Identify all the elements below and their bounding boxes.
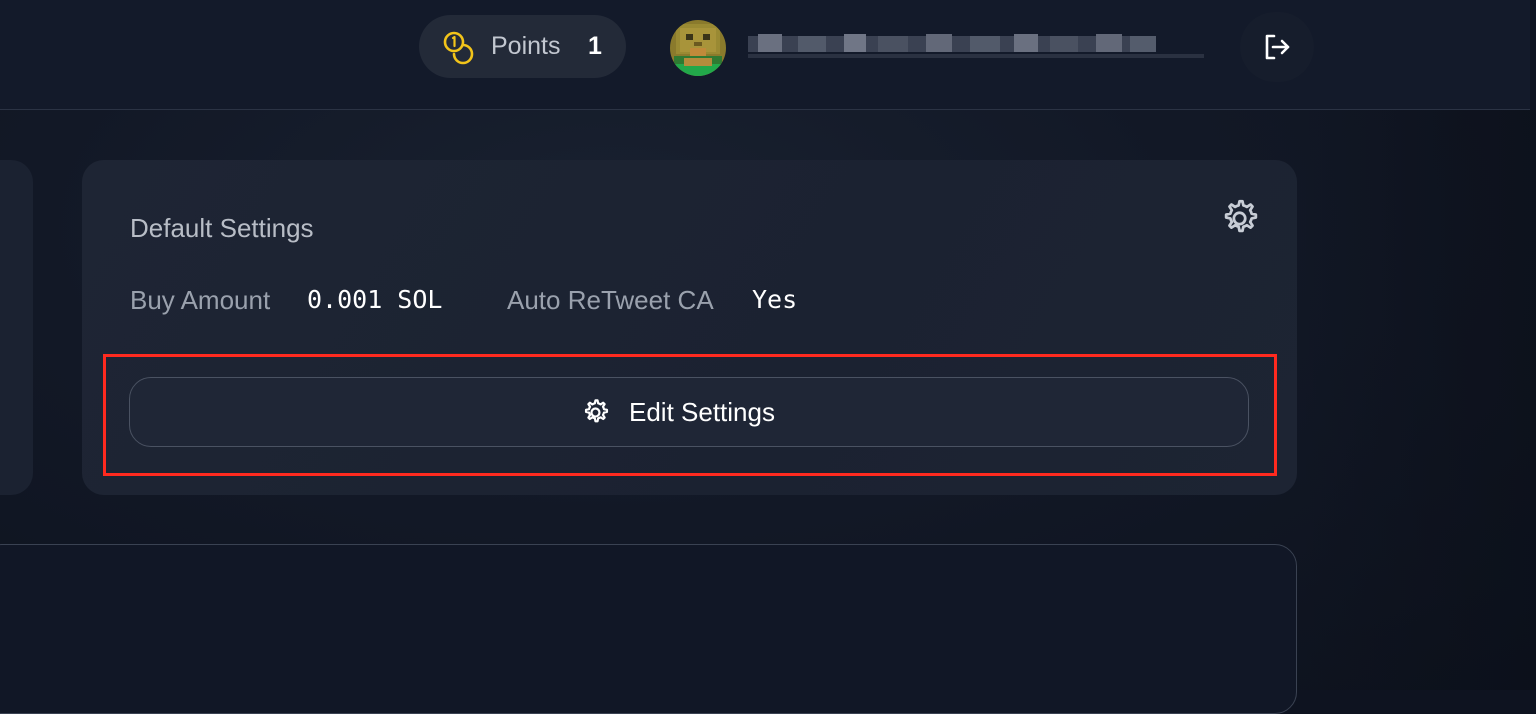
buy-amount-value: 0.001 SOL bbox=[307, 285, 443, 314]
user-avatar[interactable] bbox=[670, 20, 726, 76]
logout-icon bbox=[1265, 34, 1290, 60]
gear-icon[interactable] bbox=[1219, 195, 1263, 239]
gear-icon bbox=[581, 396, 612, 427]
bottom-panel bbox=[0, 544, 1297, 714]
buy-amount-label: Buy Amount bbox=[130, 285, 271, 315]
right-shade bbox=[1300, 110, 1536, 690]
username-redacted bbox=[748, 32, 1204, 62]
edit-settings-label: Edit Settings bbox=[629, 397, 775, 427]
card-title: Default Settings bbox=[130, 213, 314, 243]
header-edge bbox=[1530, 0, 1536, 110]
points-label: Points bbox=[491, 32, 561, 60]
adjacent-card bbox=[0, 160, 33, 495]
auto-retweet-value: Yes bbox=[752, 285, 798, 314]
points-value: 1 bbox=[588, 32, 602, 60]
logout-button[interactable] bbox=[1240, 12, 1314, 82]
coins-icon bbox=[440, 29, 476, 65]
auto-retweet-label: Auto ReTweet CA bbox=[507, 285, 714, 315]
